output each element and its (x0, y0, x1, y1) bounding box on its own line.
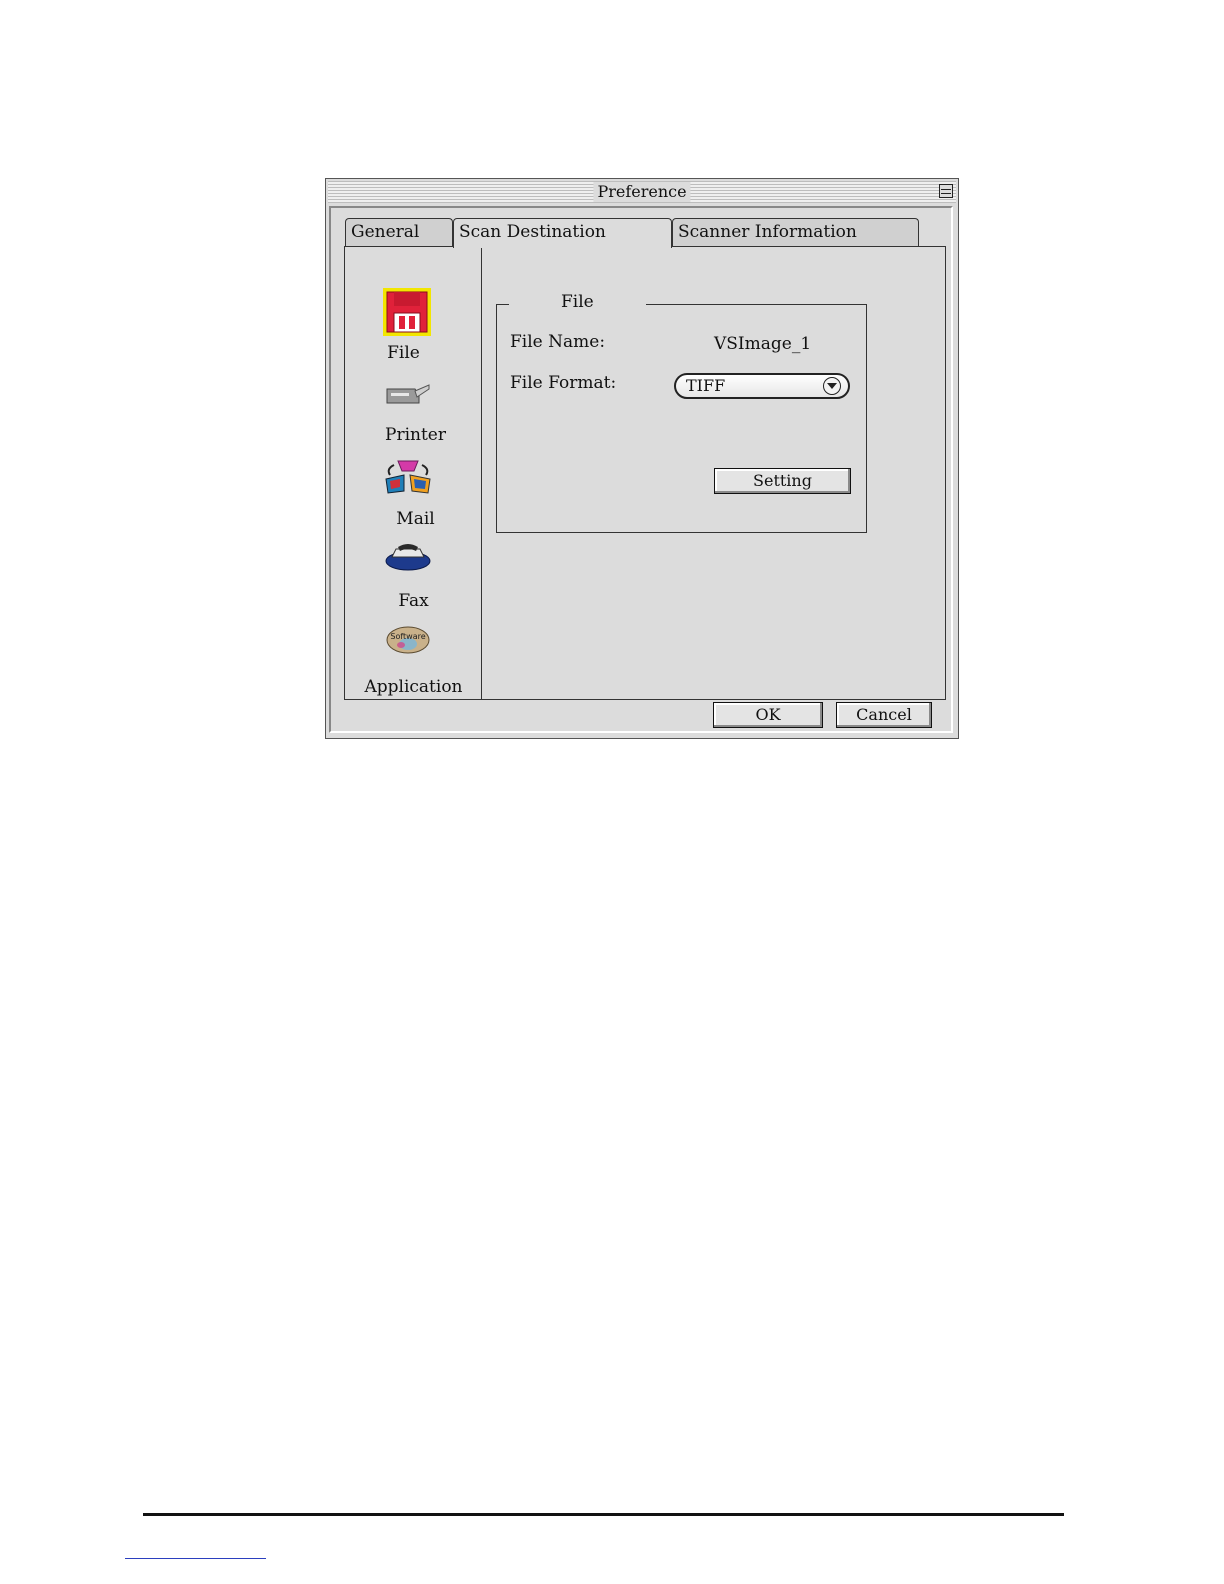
sidebar-item-file[interactable]: File (345, 287, 482, 367)
sidebar-item-label: Fax (398, 591, 429, 611)
title-bar[interactable]: Preference (328, 181, 956, 203)
mail-icon (385, 460, 431, 494)
sidebar-item-printer[interactable]: Printer (345, 381, 482, 447)
printer-icon (386, 384, 430, 404)
sidebar-item-mail[interactable]: Mail (345, 459, 482, 531)
software-cd-icon: Software (386, 626, 430, 654)
setting-button[interactable]: Setting (714, 468, 851, 494)
floppy-disk-icon (383, 288, 431, 336)
software-cd-text: Software (390, 632, 425, 641)
window-title: Preference (593, 182, 691, 202)
destination-list: File Printer Mail Fax Software Applicati… (345, 247, 482, 699)
footer-underline (125, 1558, 266, 1559)
sidebar-item-label: Printer (385, 425, 446, 445)
tab-panel: File Printer Mail Fax Software Applicati… (344, 246, 946, 700)
file-format-label: File Format: (510, 373, 617, 393)
sidebar-item-label: File (387, 343, 420, 363)
fax-icon (385, 544, 431, 571)
page-divider (143, 1513, 1064, 1516)
tab-scanner-information[interactable]: Scanner Information (672, 218, 919, 246)
preference-window: Preference General Scan Destination Scan… (325, 178, 959, 739)
sidebar-item-fax[interactable]: Fax (345, 543, 482, 613)
tab-scan-destination[interactable]: Scan Destination (453, 218, 672, 248)
sidebar-item-label: Mail (396, 509, 435, 529)
collapse-box-icon[interactable] (939, 184, 953, 198)
ok-button[interactable]: OK (713, 702, 823, 728)
file-settings-group: File File Name: VSImage_1 File Format: T… (496, 292, 867, 533)
group-title-text: File (561, 292, 594, 312)
file-format-select[interactable]: TIFF (674, 373, 850, 399)
file-name-label: File Name: (510, 332, 606, 352)
file-format-value: TIFF (686, 376, 726, 395)
sidebar-item-label: Application (364, 677, 463, 697)
tab-label: General (351, 222, 420, 242)
tab-general[interactable]: General (345, 218, 453, 246)
file-name-value: VSImage_1 (714, 334, 812, 354)
group-title: File (509, 292, 646, 312)
chevron-down-icon (823, 377, 841, 395)
tab-label: Scan Destination (459, 222, 606, 242)
sidebar-item-application[interactable]: Software Application (345, 625, 482, 697)
tab-label: Scanner Information (678, 222, 857, 242)
cancel-button[interactable]: Cancel (836, 702, 932, 728)
